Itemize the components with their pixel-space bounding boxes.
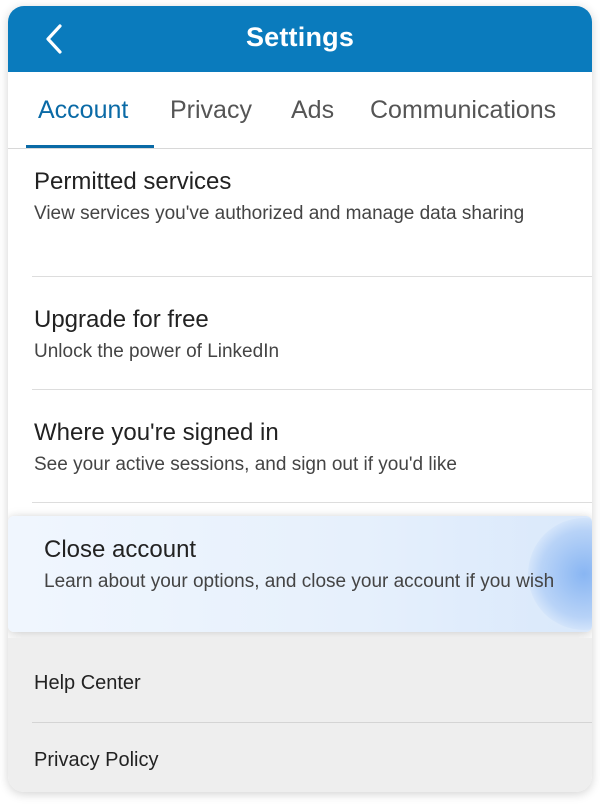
where-signed-in-item[interactable]: Where you're signed in See your active s… — [8, 390, 592, 502]
tab-communications[interactable]: Communications — [370, 96, 556, 125]
help-center-link[interactable]: Help Center — [8, 638, 592, 714]
tab-account[interactable]: Account — [38, 96, 128, 125]
item-subtitle: View services you've authorized and mana… — [34, 203, 525, 224]
tab-privacy[interactable]: Privacy — [170, 96, 252, 125]
item-title: Upgrade for free — [34, 306, 209, 333]
header-bar: Settings — [8, 6, 592, 72]
item-title: Permitted services — [34, 168, 232, 195]
item-title: Close account — [44, 536, 197, 563]
divider — [32, 502, 592, 503]
permitted-services-item[interactable]: Permitted services View services you've … — [8, 148, 592, 276]
tab-bar: Account Privacy Ads Communications — [8, 72, 592, 149]
close-account-item[interactable]: Close account Learn about your options, … — [8, 516, 592, 632]
footer-links-section: Help Center Privacy Policy — [8, 638, 592, 792]
item-title: Where you're signed in — [34, 419, 279, 446]
tab-ads[interactable]: Ads — [291, 96, 334, 125]
item-subtitle: Unlock the power of LinkedIn — [34, 341, 280, 362]
link-label: Help Center — [34, 672, 141, 694]
link-label: Privacy Policy — [34, 749, 159, 771]
item-subtitle: See your active sessions, and sign out i… — [34, 454, 457, 475]
page-title: Settings — [245, 22, 355, 52]
item-subtitle: Learn about your options, and close your… — [44, 571, 555, 592]
settings-screen: Settings Account Privacy Ads Communicati… — [8, 6, 592, 792]
upgrade-for-free-item[interactable]: Upgrade for free Unlock the power of Lin… — [8, 277, 592, 389]
privacy-policy-link[interactable]: Privacy Policy — [8, 723, 592, 792]
